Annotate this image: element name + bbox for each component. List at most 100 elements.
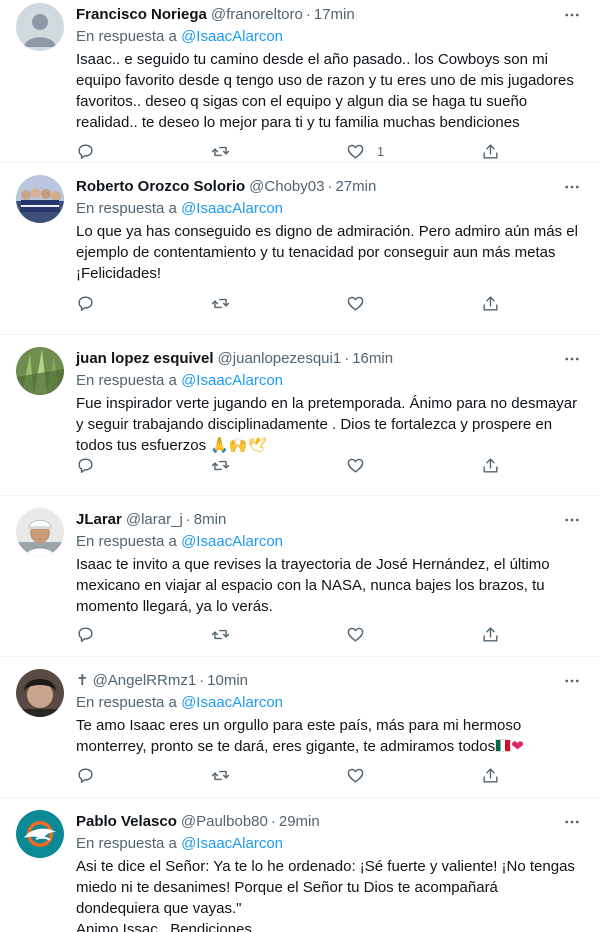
user-handle[interactable]: @franoreltoro bbox=[211, 5, 303, 25]
avatar[interactable] bbox=[16, 669, 64, 717]
retweet-button[interactable] bbox=[211, 624, 346, 644]
emoji-group: 🙏🙌🕊 bbox=[210, 437, 267, 454]
avatar[interactable] bbox=[16, 175, 64, 223]
reply-mention-link[interactable]: @IsaacAlarcon bbox=[181, 835, 283, 852]
share-icon bbox=[483, 143, 498, 159]
reply-mention-link[interactable]: @IsaacAlarcon bbox=[181, 28, 283, 45]
reply-button[interactable] bbox=[76, 293, 211, 313]
reply-context: En respuesta a @IsaacAlarcon bbox=[76, 27, 584, 47]
tweet-text: Te amo Isaac eres un orgullo para este p… bbox=[76, 715, 584, 757]
retweet-button[interactable] bbox=[211, 455, 346, 475]
timestamp[interactable]: 8min bbox=[194, 510, 227, 530]
tweet-text: Lo que ya has conseguido es digno de adm… bbox=[76, 223, 578, 282]
reply-icon bbox=[78, 143, 93, 159]
timestamp[interactable]: 27min bbox=[335, 177, 376, 197]
reply-button[interactable] bbox=[76, 624, 211, 644]
action-bar: 1 bbox=[76, 141, 516, 161]
like-button[interactable]: 1 bbox=[346, 141, 481, 161]
tweet-text: Fue inspirador verte jugando en la prete… bbox=[76, 393, 584, 456]
avatar[interactable] bbox=[16, 3, 64, 51]
more-icon[interactable] bbox=[562, 177, 582, 197]
reply-mention-link[interactable]: @IsaacAlarcon bbox=[181, 372, 283, 389]
heart-icon bbox=[347, 296, 364, 311]
tweet-text: Isaac.. e seguido tu camino desde el año… bbox=[76, 51, 574, 131]
heart-icon bbox=[347, 144, 364, 159]
display-name[interactable]: ✝ bbox=[76, 671, 89, 691]
avatar[interactable] bbox=[16, 347, 64, 395]
like-count: 1 bbox=[377, 143, 385, 159]
like-button[interactable] bbox=[346, 765, 481, 785]
more-icon[interactable] bbox=[562, 349, 582, 369]
display-name[interactable]: Pablo Velasco bbox=[76, 812, 177, 832]
retweet-icon bbox=[211, 770, 230, 780]
separator-dot: · bbox=[270, 813, 276, 830]
reply-prefix: En respuesta a bbox=[76, 372, 177, 389]
reply-tweet[interactable]: Francisco Noriega @franoreltoro · 17min … bbox=[0, 0, 600, 163]
heart-icon bbox=[347, 458, 364, 473]
reply-tweet[interactable]: juan lopez esquivel @juanlopezesqui1 · 1… bbox=[0, 335, 600, 496]
like-button[interactable] bbox=[346, 624, 481, 644]
like-button[interactable] bbox=[346, 455, 481, 475]
user-handle[interactable]: @larar_j bbox=[126, 510, 183, 530]
reply-context: En respuesta a @IsaacAlarcon bbox=[76, 199, 584, 219]
timestamp[interactable]: 10min bbox=[207, 671, 248, 691]
reply-prefix: En respuesta a bbox=[76, 835, 177, 852]
user-handle[interactable]: @Choby03 bbox=[249, 177, 324, 197]
reply-context: En respuesta a @IsaacAlarcon bbox=[76, 693, 584, 713]
display-name[interactable]: juan lopez esquivel bbox=[76, 349, 214, 369]
reply-feed: Francisco Noriega @franoreltoro · 17min … bbox=[0, 0, 600, 932]
retweet-button[interactable] bbox=[211, 141, 346, 161]
reply-icon bbox=[78, 767, 93, 783]
more-icon[interactable] bbox=[562, 812, 582, 832]
tweet-text-body: Te amo Isaac eres un orgullo para este p… bbox=[76, 717, 522, 755]
more-icon[interactable] bbox=[562, 510, 582, 530]
user-handle[interactable]: @Paulbob80 bbox=[181, 812, 268, 832]
user-handle[interactable]: @AngelRRmz1 bbox=[93, 671, 197, 691]
retweet-button[interactable] bbox=[211, 765, 346, 785]
retweet-button[interactable] bbox=[211, 293, 346, 313]
display-name[interactable]: JLarar bbox=[76, 510, 122, 530]
reply-button[interactable] bbox=[76, 765, 211, 785]
like-button[interactable] bbox=[346, 293, 481, 313]
share-button[interactable] bbox=[481, 624, 516, 644]
separator-dot: · bbox=[199, 672, 205, 689]
more-icon[interactable] bbox=[562, 5, 582, 25]
separator-dot: · bbox=[185, 511, 191, 528]
tweet-text: Asi te dice el Señor: Ya te lo he ordena… bbox=[76, 858, 575, 932]
reply-tweet[interactable]: Pablo Velasco @Paulbob80 · 29min En resp… bbox=[0, 798, 600, 932]
action-bar bbox=[76, 765, 516, 785]
retweet-icon bbox=[211, 460, 230, 470]
share-button[interactable] bbox=[481, 293, 516, 313]
display-name[interactable]: Roberto Orozco Solorio bbox=[76, 177, 245, 197]
separator-dot: · bbox=[305, 6, 311, 23]
reply-tweet[interactable]: JLarar @larar_j · 8min En respuesta a @I… bbox=[0, 496, 600, 657]
share-button[interactable] bbox=[481, 455, 516, 475]
reply-prefix: En respuesta a bbox=[76, 533, 177, 550]
reply-context: En respuesta a @IsaacAlarcon bbox=[76, 834, 584, 854]
reply-button[interactable] bbox=[76, 455, 211, 475]
reply-tweet[interactable]: Roberto Orozco Solorio @Choby03 · 27min … bbox=[0, 163, 600, 335]
more-icon[interactable] bbox=[562, 671, 582, 691]
share-button[interactable] bbox=[481, 765, 516, 785]
reply-tweet[interactable]: ✝ @AngelRRmz1 · 10min En respuesta a @Is… bbox=[0, 657, 600, 798]
timestamp[interactable]: 29min bbox=[279, 812, 320, 832]
share-icon bbox=[483, 626, 498, 642]
display-name[interactable]: Francisco Noriega bbox=[76, 5, 207, 25]
avatar[interactable] bbox=[16, 810, 64, 858]
timestamp[interactable]: 17min bbox=[314, 5, 355, 25]
reply-button[interactable] bbox=[76, 141, 211, 161]
reply-prefix: En respuesta a bbox=[76, 200, 177, 217]
action-bar bbox=[76, 455, 516, 475]
user-handle[interactable]: @juanlopezesqui1 bbox=[218, 349, 342, 369]
reply-context: En respuesta a @IsaacAlarcon bbox=[76, 371, 584, 391]
separator-dot: · bbox=[327, 178, 333, 195]
reply-mention-link[interactable]: @IsaacAlarcon bbox=[181, 200, 283, 217]
share-button[interactable] bbox=[481, 141, 516, 161]
avatar[interactable] bbox=[16, 508, 64, 556]
reply-mention-link[interactable]: @IsaacAlarcon bbox=[181, 533, 283, 550]
tweet-text-body: Fue inspirador verte jugando en la prete… bbox=[76, 395, 578, 454]
separator-dot: · bbox=[344, 350, 350, 367]
heart-emoji: ❤ bbox=[511, 738, 524, 755]
reply-mention-link[interactable]: @IsaacAlarcon bbox=[181, 694, 283, 711]
timestamp[interactable]: 16min bbox=[352, 349, 393, 369]
